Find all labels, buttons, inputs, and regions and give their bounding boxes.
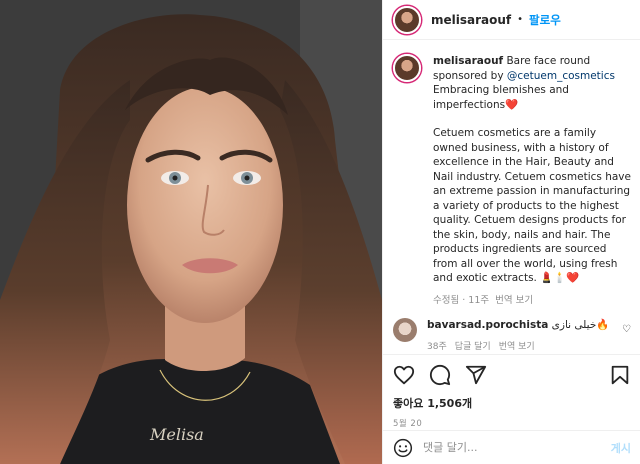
avatar[interactable] [393, 5, 421, 34]
caption-avatar[interactable] [393, 54, 421, 82]
separator-dot: • [517, 14, 524, 25]
caption-meta: 수정됨 · 11주 번역 보기 [433, 294, 631, 309]
post-comment-button[interactable]: 게시 [611, 440, 631, 456]
comment-item: bavarsad.porochista خیلی نازی🔥 38주 답글 달기… [393, 318, 633, 354]
caption-line2: Embracing blemishes and imperfections❤️ [433, 84, 569, 111]
comment-body: bavarsad.porochista خیلی نازی🔥 38주 답글 달기… [427, 318, 617, 354]
caption-text: melisaraouf Bare face round sponsored by… [433, 54, 631, 112]
instagram-post: Melisa melisaraouf • 팔로우 melisaraouf Bar… [0, 0, 640, 464]
post-date[interactable]: 5월 20 [383, 411, 640, 429]
header-username[interactable]: melisaraouf [431, 13, 511, 27]
add-comment-bar: 게시 [383, 430, 640, 464]
caption-area: melisaraouf Bare face round sponsored by… [383, 40, 640, 316]
caption-body: melisaraouf Bare face round sponsored by… [433, 54, 631, 308]
comment-username[interactable]: bavarsad.porochista [427, 319, 548, 331]
comment-text-line: bavarsad.porochista خیلی نازی🔥 [427, 318, 617, 332]
comment-avatar[interactable] [393, 318, 417, 342]
likes-count[interactable]: 좋아요 1,506개 [383, 395, 640, 411]
comment-meta: 38주 답글 달기 번역 보기 [427, 340, 617, 354]
necklace-text: Melisa [149, 425, 204, 444]
follow-button[interactable]: 팔로우 [529, 12, 561, 28]
caption-username[interactable]: melisaraouf [433, 55, 503, 67]
portrait-illustration: Melisa [0, 0, 382, 464]
heart-icon[interactable] [393, 364, 415, 386]
action-icons [383, 355, 640, 395]
comment-reply-link[interactable]: 답글 달기 [455, 340, 491, 354]
save-icon[interactable] [609, 364, 631, 386]
comment-time: 38주 [427, 342, 447, 352]
comment-translate-link[interactable]: 번역 보기 [499, 340, 535, 354]
caption-row: melisaraouf Bare face round sponsored by… [393, 54, 631, 308]
post-header: melisaraouf • 팔로우 [383, 0, 640, 40]
share-icon[interactable] [465, 364, 487, 386]
post-photo[interactable]: Melisa [0, 0, 382, 464]
emoji-icon[interactable] [393, 438, 413, 458]
comment-icon[interactable] [429, 364, 451, 386]
post-side-panel: melisaraouf • 팔로우 melisaraouf Bare face … [382, 0, 640, 464]
caption-mention[interactable]: @cetuem_cosmetics [507, 70, 615, 82]
comment-like-icon[interactable]: ♡ [622, 324, 631, 335]
caption-translate-link[interactable]: 번역 보기 [495, 294, 533, 309]
post-actions: 좋아요 1,506개 5월 20 게시 [383, 354, 640, 464]
comment-text: خیلی نازی🔥 [551, 319, 610, 331]
caption-edited-time[interactable]: 수정됨 · 11주 [433, 294, 489, 309]
comment-input[interactable] [423, 441, 593, 454]
caption-paragraph: Cetuem cosmetics are a family owned busi… [433, 127, 631, 284]
